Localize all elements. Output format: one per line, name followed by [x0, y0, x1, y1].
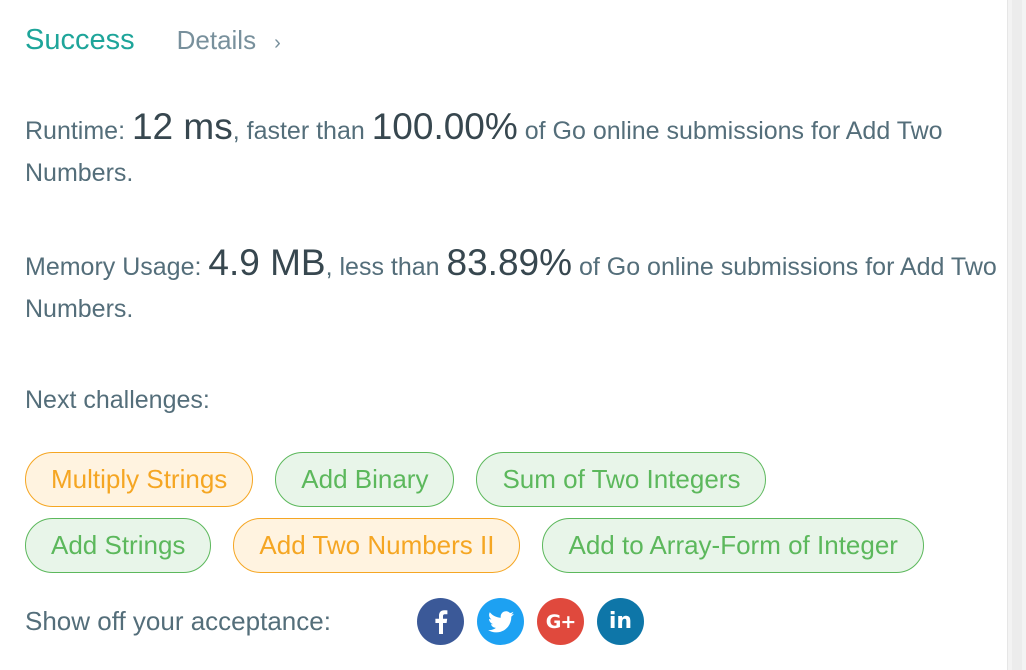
memory-percent: 83.89% [446, 242, 573, 283]
memory-label: Memory Usage: [25, 253, 209, 281]
challenge-chip-multiply-strings[interactable]: Multiply Strings [25, 452, 254, 507]
linkedin-share-button[interactable]: in [597, 598, 644, 645]
share-label: Show off your acceptance: [25, 606, 331, 636]
scrollbar-thumb[interactable] [1012, 0, 1022, 670]
twitter-share-button[interactable] [477, 598, 524, 645]
runtime-label: Runtime: [25, 117, 132, 145]
challenge-chip-add-two-numbers-ii[interactable]: Add Two Numbers II [233, 518, 521, 573]
next-challenges-label: Next challenges: [25, 386, 210, 414]
status-text: Success [25, 24, 135, 56]
challenge-chip-add-strings[interactable]: Add Strings [25, 518, 212, 573]
challenge-row: Add Strings Add Two Numbers II Add to Ar… [25, 518, 946, 573]
chevron-right-icon[interactable]: › [274, 32, 281, 55]
twitter-icon [487, 610, 514, 633]
runtime-value: 12 ms [131, 106, 233, 147]
memory-value: 4.9 MB [208, 242, 326, 283]
challenge-chip-add-binary[interactable]: Add Binary [275, 452, 455, 507]
facebook-share-button[interactable] [417, 598, 464, 645]
google-plus-share-button[interactable]: G+ [537, 598, 584, 645]
memory-comparison: , less than [325, 253, 447, 281]
result-content: Success Details › Runtime: 12 ms, faster… [25, 0, 1005, 670]
submission-result-panel: Success Details › Runtime: 12 ms, faster… [0, 0, 1026, 670]
scrollbar[interactable] [1007, 0, 1026, 670]
runtime-comparison: , faster than [232, 117, 372, 145]
linkedin-icon: in [608, 609, 633, 634]
runtime-percent: 100.00% [371, 106, 518, 147]
google-plus-icon: G+ [545, 610, 576, 633]
challenge-chip-add-to-array-form[interactable]: Add to Array-Form of Integer [542, 518, 924, 573]
memory-stat: Memory Usage: 4.9 MB, less than 83.89% o… [25, 242, 1005, 330]
facebook-icon [434, 609, 448, 634]
runtime-stat: Runtime: 12 ms, faster than 100.00% of G… [25, 106, 1005, 194]
share-row: Show off your acceptance: G+ in [25, 598, 657, 645]
result-header: Success Details › [25, 24, 281, 57]
challenge-row: Multiply Strings Add Binary Sum of Two I… [25, 452, 788, 507]
challenge-chip-sum-of-two-integers[interactable]: Sum of Two Integers [476, 452, 767, 507]
details-link[interactable]: Details [177, 25, 256, 56]
